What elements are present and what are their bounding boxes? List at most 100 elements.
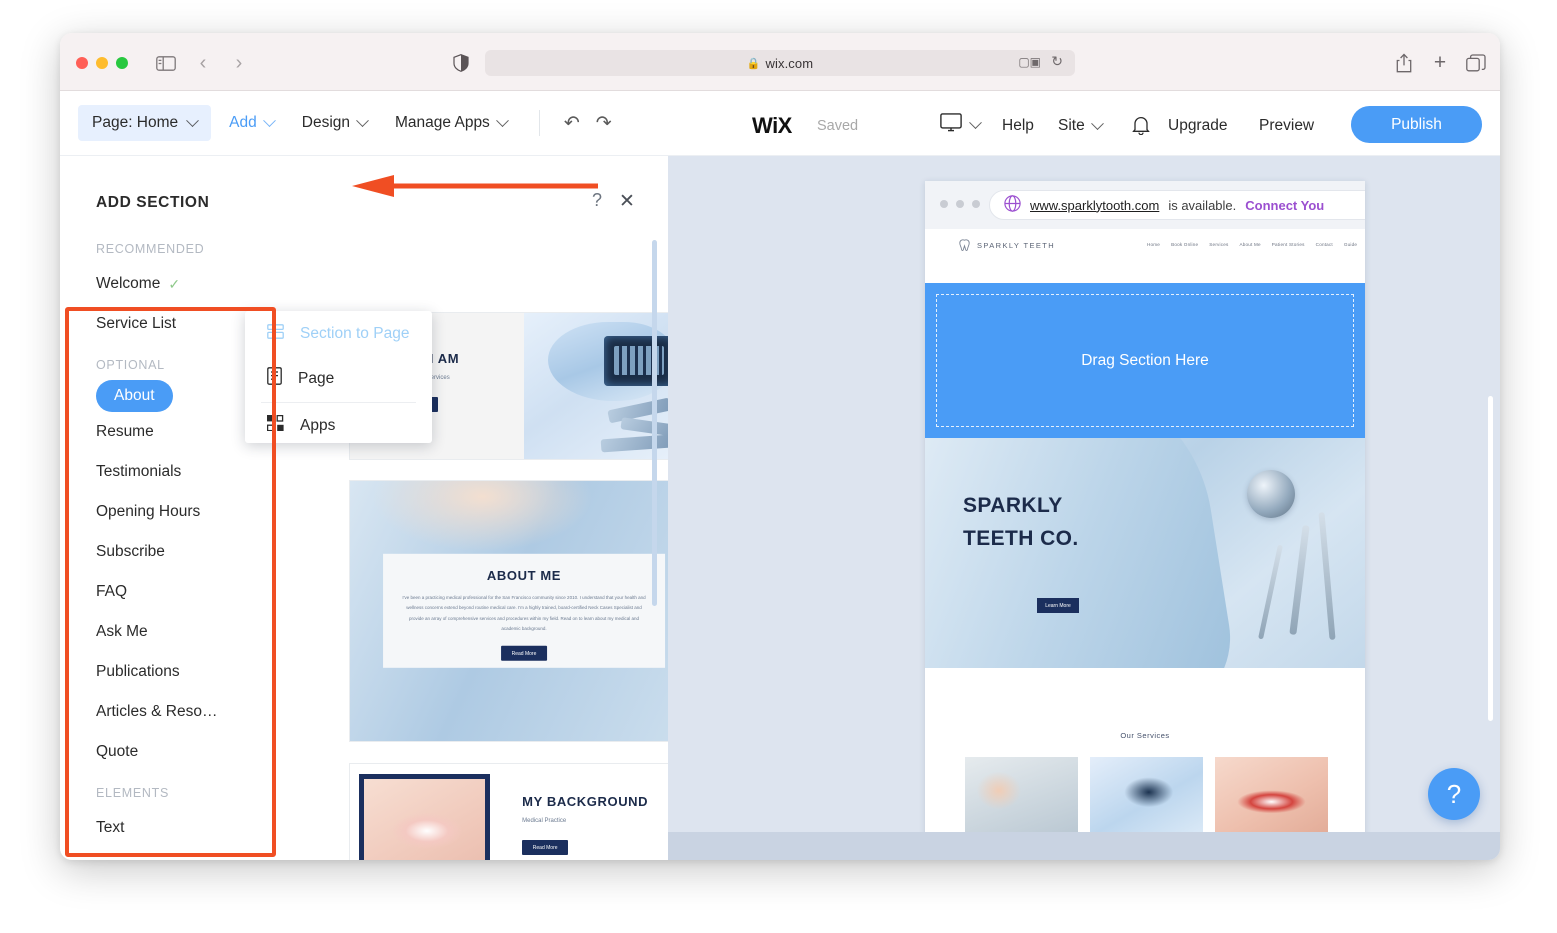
preview-dot bbox=[956, 200, 964, 208]
domain-pill[interactable]: www.sparklytooth.com is available. Conne… bbox=[989, 190, 1365, 220]
menu-manage-apps-label: Manage Apps bbox=[395, 114, 490, 131]
connect-domain-link[interactable]: Connect You bbox=[1245, 198, 1324, 213]
minimize-window-button[interactable] bbox=[96, 57, 108, 69]
template-read-more-button[interactable]: Read More bbox=[501, 646, 547, 662]
list-item-testimonials[interactable]: Testimonials bbox=[78, 452, 291, 492]
smile-teeth-photo[interactable] bbox=[1215, 757, 1328, 837]
site-nav-link[interactable]: About Me bbox=[1240, 242, 1261, 247]
canvas-scrollbar[interactable] bbox=[1488, 396, 1493, 721]
dropdown-item-apps[interactable]: Apps bbox=[245, 403, 432, 448]
chevron-down-icon bbox=[969, 115, 982, 129]
list-item-quote[interactable]: Quote bbox=[78, 732, 291, 772]
dental-tool-shape bbox=[600, 434, 668, 453]
template-card-text: ABOUT ME I've been a practicing medical … bbox=[383, 553, 665, 669]
drop-zone-label: Drag Section Here bbox=[1081, 351, 1209, 369]
share-icon[interactable] bbox=[1394, 52, 1414, 74]
menu-design[interactable]: Design bbox=[292, 106, 377, 140]
shield-icon[interactable] bbox=[452, 54, 470, 72]
maximize-window-button[interactable] bbox=[116, 57, 128, 69]
list-item-articles-resources[interactable]: Articles & Reso… bbox=[78, 692, 291, 732]
site-logo-text: SPARKLY TEETH bbox=[977, 241, 1056, 250]
page-selector[interactable]: Page: Home bbox=[78, 105, 212, 141]
chevron-left-icon[interactable]: ‹ bbox=[193, 52, 213, 74]
domain-name[interactable]: www.sparklytooth.com bbox=[1030, 198, 1159, 213]
page-selector-label: Page: Home bbox=[92, 114, 179, 131]
list-item-label: About bbox=[114, 387, 155, 404]
address-bar[interactable]: 🔒 wix.com ▢▣ ↻ bbox=[485, 50, 1075, 76]
hero-learn-more-button[interactable]: Learn More bbox=[1037, 598, 1079, 613]
list-item-welcome[interactable]: Welcome ✓ bbox=[78, 264, 291, 304]
site-nav-link[interactable]: Home bbox=[1147, 242, 1160, 247]
site-logo[interactable]: SPARKLY TEETH bbox=[959, 239, 1055, 252]
menu-add[interactable]: Add bbox=[219, 106, 284, 140]
toolbar-divider bbox=[538, 110, 540, 136]
list-item-about[interactable]: About bbox=[96, 380, 173, 412]
close-window-button[interactable] bbox=[76, 57, 88, 69]
group-label-recommended: RECOMMENDED bbox=[96, 242, 205, 256]
list-item-label: Testimonials bbox=[96, 463, 182, 480]
translate-icon[interactable]: ▢▣ bbox=[1018, 55, 1041, 69]
list-item-label: FAQ bbox=[96, 583, 128, 600]
dropdown-item-section-to-page[interactable]: Section to Page bbox=[245, 311, 432, 356]
list-item-publications[interactable]: Publications bbox=[78, 652, 291, 692]
site-menu-label: Site bbox=[1058, 117, 1085, 134]
menu-add-label: Add bbox=[229, 114, 257, 131]
list-item-ask-me[interactable]: Ask Me bbox=[78, 612, 291, 652]
list-item-label: Text bbox=[96, 819, 125, 836]
upgrade-button[interactable]: Upgrade bbox=[1168, 117, 1227, 135]
chevron-down-icon bbox=[262, 113, 276, 127]
site-menu[interactable]: Site bbox=[1058, 116, 1104, 135]
hero-title-line2: TEETH CO. bbox=[963, 526, 1079, 550]
services-thumbnails bbox=[965, 757, 1328, 837]
reload-icon[interactable]: ↻ bbox=[1051, 53, 1063, 70]
group-label-elements: ELEMENTS bbox=[96, 786, 169, 800]
browser-chrome: ‹ › 🔒 wix.com ▢▣ ↻ + bbox=[60, 33, 1500, 91]
canvas-bottom-strip bbox=[668, 832, 1500, 860]
drag-section-drop-zone[interactable]: Drag Section Here bbox=[925, 283, 1365, 438]
site-nav-link[interactable]: Book Online bbox=[1171, 242, 1198, 247]
site-nav-link[interactable]: Contact bbox=[1316, 242, 1333, 247]
globe-icon bbox=[1004, 195, 1021, 215]
undo-icon[interactable]: ↶ bbox=[556, 108, 588, 139]
desktop-icon bbox=[940, 113, 962, 137]
list-item-faq[interactable]: FAQ bbox=[78, 572, 291, 612]
menu-manage-apps[interactable]: Manage Apps bbox=[385, 106, 517, 140]
panel-scrollbar[interactable] bbox=[652, 240, 657, 606]
redo-icon[interactable]: ↷ bbox=[588, 108, 620, 139]
list-item-label: Welcome bbox=[96, 275, 161, 292]
list-item-text[interactable]: Text bbox=[78, 808, 291, 848]
list-item-opening-hours[interactable]: Opening Hours bbox=[78, 492, 291, 532]
device-switcher[interactable] bbox=[940, 113, 982, 137]
dentist-portrait-photo[interactable] bbox=[965, 757, 1078, 837]
tabs-overview-icon[interactable] bbox=[1465, 53, 1487, 73]
publish-button[interactable]: Publish bbox=[1351, 106, 1482, 143]
dropdown-item-label: Section to Page bbox=[300, 324, 410, 342]
site-nav-link[interactable]: Services bbox=[1209, 242, 1228, 247]
template-read-more-button[interactable]: Read More bbox=[522, 840, 569, 855]
dental-tool-shape bbox=[1257, 544, 1283, 640]
hero-title: SPARKLY TEETH CO. bbox=[963, 490, 1079, 555]
new-tab-plus-icon[interactable]: + bbox=[1430, 51, 1450, 74]
site-nav-link[interactable]: Patient Stories bbox=[1272, 242, 1305, 247]
bell-icon[interactable] bbox=[1132, 115, 1150, 140]
preview-button[interactable]: Preview bbox=[1259, 117, 1314, 135]
floating-help-button[interactable]: ? bbox=[1428, 768, 1480, 820]
template-card-my-background[interactable]: MY BACKGROUND Medical Practice Read More bbox=[349, 763, 668, 860]
xray-hand-photo[interactable] bbox=[1090, 757, 1203, 837]
template-card-about-me[interactable]: ABOUT ME I've been a practicing medical … bbox=[349, 480, 668, 742]
site-preview-frame: www.sparklytooth.com is available. Conne… bbox=[925, 181, 1365, 860]
save-status-label: Saved bbox=[817, 118, 859, 134]
dental-mirror-shape bbox=[1246, 470, 1295, 519]
question-mark-icon[interactable]: ? bbox=[592, 190, 602, 211]
help-menu[interactable]: Help bbox=[1002, 117, 1034, 135]
sidebar-toggle-icon[interactable] bbox=[155, 55, 177, 71]
chevron-down-icon bbox=[356, 113, 369, 127]
window-traffic-lights bbox=[76, 57, 128, 69]
list-item-subscribe[interactable]: Subscribe bbox=[78, 532, 291, 572]
close-icon[interactable]: ✕ bbox=[619, 190, 635, 213]
site-nav-links[interactable]: Home Book Online Services About Me Patie… bbox=[1147, 242, 1357, 247]
chevron-right-icon[interactable]: › bbox=[229, 52, 249, 74]
site-hero-section[interactable]: SPARKLY TEETH CO. Learn More bbox=[925, 438, 1365, 668]
site-nav-link[interactable]: Guide bbox=[1344, 242, 1357, 247]
dropdown-item-page[interactable]: Page bbox=[245, 356, 432, 401]
